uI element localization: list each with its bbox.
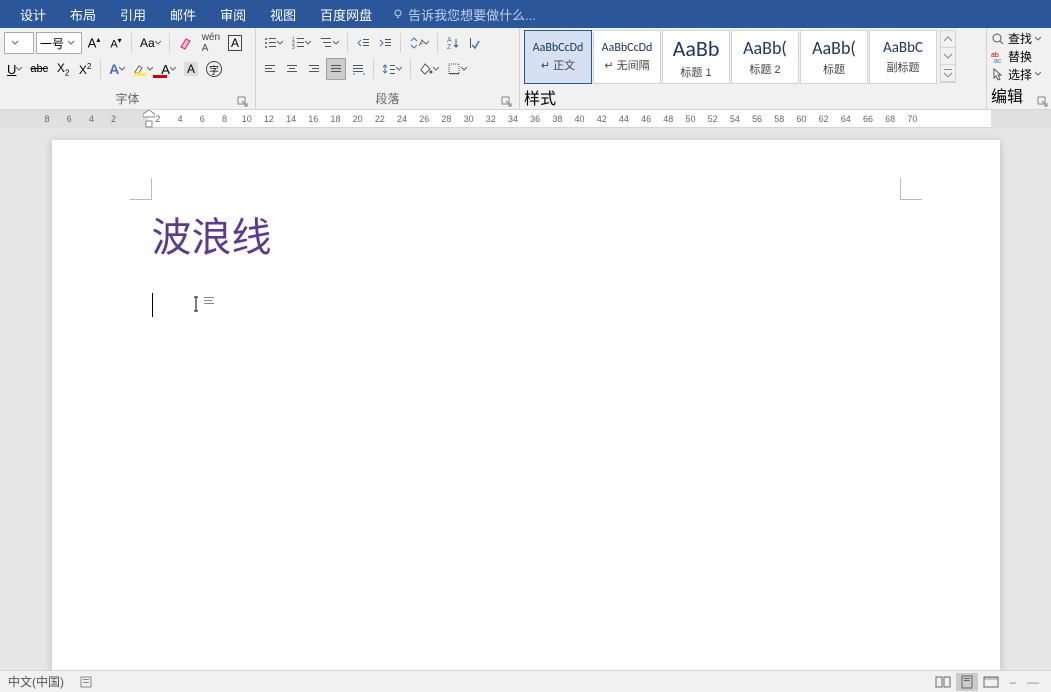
char-shading-button[interactable]: A [181, 58, 201, 80]
select-button[interactable]: 选择 [991, 65, 1047, 83]
find-button[interactable]: 查找 [991, 30, 1047, 48]
tell-me[interactable]: 告诉我您想要做什么... [392, 5, 536, 24]
font-color-button[interactable]: A [158, 58, 179, 80]
char-border-button[interactable]: A [225, 32, 245, 54]
change-case-button[interactable]: Aa [137, 32, 164, 54]
menu-baidu[interactable]: 百度网盘 [308, 0, 384, 28]
show-marks-button[interactable] [465, 32, 485, 54]
menu-reference[interactable]: 引用 [108, 0, 158, 28]
multilevel-button[interactable] [316, 32, 342, 54]
align-right-button[interactable] [304, 58, 324, 80]
paragraph-group: 123 A AZ [256, 28, 520, 109]
menu-layout[interactable]: 布局 [58, 0, 108, 28]
read-mode-button[interactable] [932, 673, 954, 691]
horizontal-ruler[interactable]: 8642246810121416182022242628303234363840… [0, 110, 1051, 128]
style-item-5[interactable]: AaBbC副标题 [869, 30, 937, 84]
align-justify-button[interactable] [326, 58, 346, 80]
asian-layout-button[interactable]: A [406, 32, 432, 54]
bullets-button[interactable] [260, 32, 286, 54]
language-status[interactable]: 中文(中国) [8, 673, 64, 690]
grow-font-button[interactable]: A▴ [84, 32, 104, 54]
align-center-button[interactable] [282, 58, 302, 80]
menu-design[interactable]: 设计 [8, 0, 58, 28]
menu-bar: 设计 布局 引用 邮件 审阅 视图 百度网盘 告诉我您想要做什么... [0, 0, 1051, 28]
text-cursor-icon [192, 295, 216, 313]
gallery-more-button[interactable] [941, 65, 955, 82]
style-item-0[interactable]: AaBbCcDd↵ 正文 [524, 30, 592, 84]
web-layout-button[interactable] [980, 673, 1002, 691]
page[interactable]: 波浪线 [52, 140, 1000, 670]
font-group-label: 字体 [4, 91, 251, 109]
style-item-3[interactable]: AaBb(标题 2 [731, 30, 799, 84]
status-bar: 中文(中国) – — [0, 670, 1051, 692]
gallery-up-button[interactable] [941, 31, 955, 48]
sort-button[interactable]: AZ [443, 32, 463, 54]
enclose-char-button[interactable]: 字 [203, 58, 225, 80]
decrease-indent-button[interactable] [353, 32, 373, 54]
align-left-button[interactable] [260, 58, 280, 80]
phonetic-button[interactable]: wénA [199, 32, 223, 54]
menu-mail[interactable]: 邮件 [158, 0, 208, 28]
distribute-button[interactable] [348, 58, 368, 80]
gallery-down-button[interactable] [941, 48, 955, 65]
font-size-combo[interactable]: 一号 [36, 32, 82, 54]
subscript-button[interactable]: X2 [53, 58, 73, 80]
styles-group-label: 样式 [524, 85, 982, 109]
paragraph-group-label: 段落 [260, 91, 515, 109]
clear-format-button[interactable] [175, 32, 197, 54]
margin-corner-icon [900, 178, 922, 200]
menu-view[interactable]: 视图 [258, 0, 308, 28]
bulb-icon [392, 8, 404, 20]
svg-text:3: 3 [292, 45, 295, 50]
caret [152, 293, 153, 317]
superscript-button[interactable]: X2 [75, 58, 95, 80]
styles-dialog-launcher-icon[interactable] [1037, 96, 1049, 108]
increase-indent-button[interactable] [375, 32, 395, 54]
styles-group: AaBbCcDd↵ 正文AaBbCcDd↵ 无间隔AaBb标题 1AaBb(标题… [520, 28, 987, 109]
shading-button[interactable] [416, 58, 442, 80]
style-item-2[interactable]: AaBb标题 1 [662, 30, 730, 84]
borders-button[interactable] [444, 58, 470, 80]
shrink-font-button[interactable]: A▾ [106, 32, 126, 54]
document-heading[interactable]: 波浪线 [152, 205, 900, 263]
text-effect-button[interactable]: A [106, 58, 128, 80]
ribbon: 一号 A▴ A▾ Aa wénA A U abc X2 X2 A A A [0, 28, 1051, 110]
font-name-combo[interactable] [4, 32, 34, 54]
font-dialog-launcher-icon[interactable] [237, 96, 249, 108]
cursor-icon [991, 67, 1005, 81]
document-area[interactable]: 波浪线 [0, 128, 1051, 670]
replace-icon: abac [991, 50, 1005, 64]
search-icon [991, 32, 1005, 46]
indent-marker-icon[interactable] [143, 110, 155, 128]
style-item-1[interactable]: AaBbCcDd↵ 无间隔 [593, 30, 661, 84]
menu-review[interactable]: 审阅 [208, 0, 258, 28]
svg-text:Z: Z [447, 44, 452, 50]
accessibility-icon[interactable] [78, 675, 94, 689]
style-gallery: AaBbCcDd↵ 正文AaBbCcDd↵ 无间隔AaBb标题 1AaBb(标题… [524, 30, 982, 85]
svg-text:ac: ac [994, 58, 1002, 64]
replace-button[interactable]: abac替换 [991, 48, 1047, 66]
numbering-button[interactable]: 123 [288, 32, 314, 54]
svg-text:A: A [447, 37, 452, 44]
gallery-scroll [940, 30, 956, 83]
font-group: 一号 A▴ A▾ Aa wénA A U abc X2 X2 A A A [0, 28, 256, 109]
print-layout-button[interactable] [956, 673, 978, 691]
line-spacing-button[interactable] [379, 58, 405, 80]
margin-corner-icon [130, 178, 152, 200]
style-item-4[interactable]: AaBb(标题 [800, 30, 868, 84]
strike-button[interactable]: abc [27, 58, 51, 80]
para-dialog-launcher-icon[interactable] [501, 96, 513, 108]
underline-button[interactable]: U [4, 58, 25, 80]
